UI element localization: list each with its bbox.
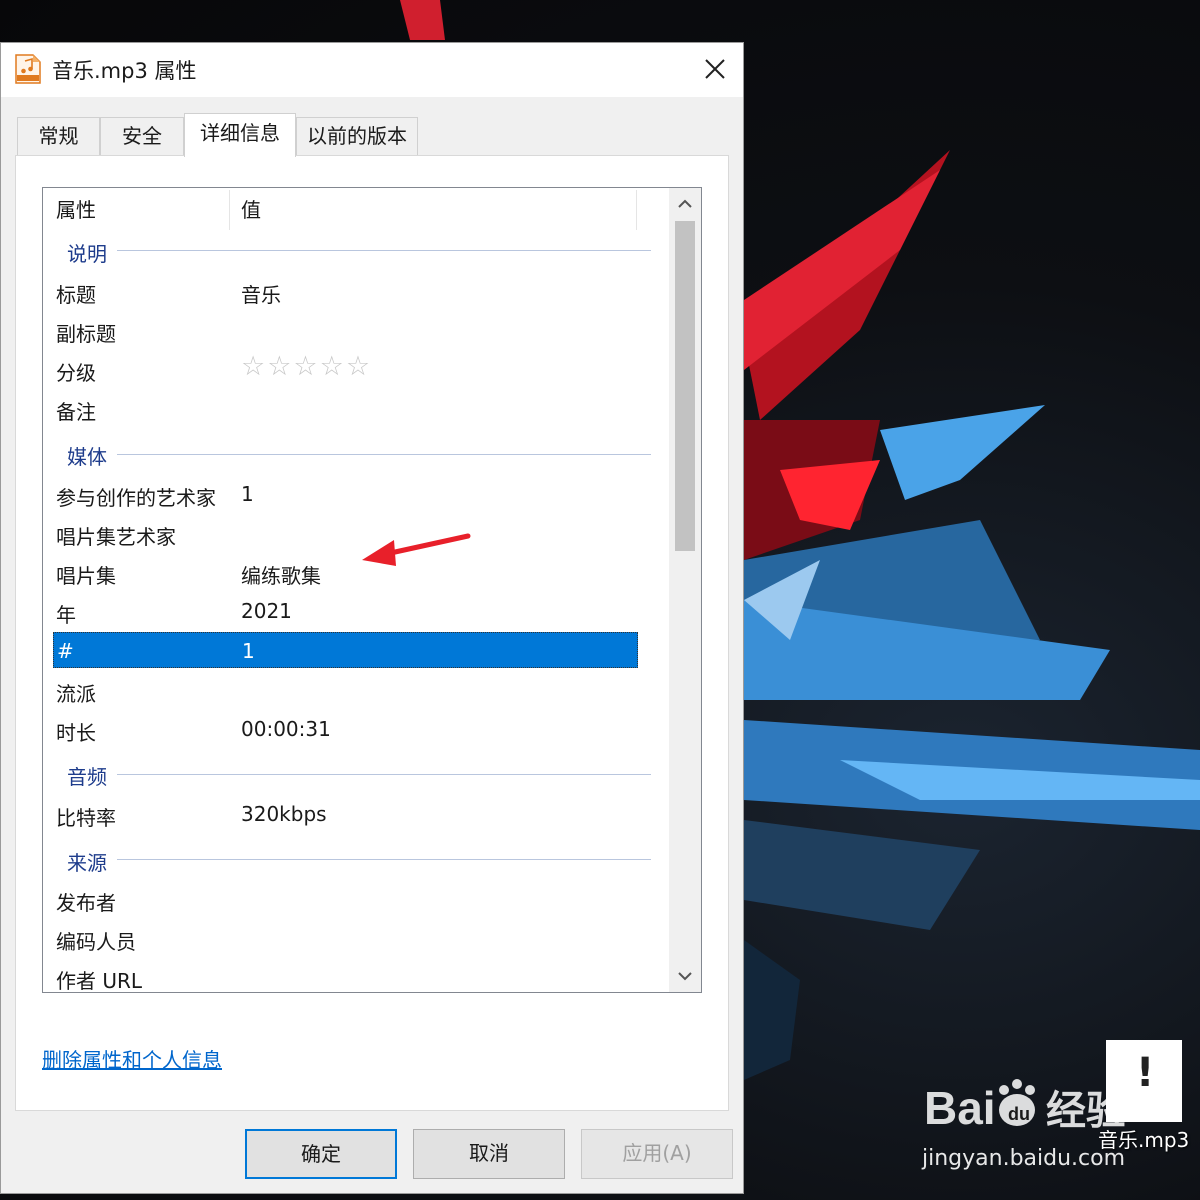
- scrollbar-thumb[interactable]: [675, 221, 695, 551]
- property-contributing-artists[interactable]: 参与创作的艺术家: [56, 482, 216, 511]
- group-divider: [117, 454, 651, 455]
- group-divider: [117, 250, 651, 251]
- apply-button[interactable]: 应用(A): [581, 1129, 733, 1179]
- value-title[interactable]: 音乐: [241, 279, 281, 308]
- column-divider[interactable]: [636, 190, 637, 230]
- group-origin: 来源: [67, 851, 107, 875]
- selected-row-track[interactable]: # 1: [53, 632, 638, 668]
- baidu-jingyan-logo: Bai du 经验: [924, 1079, 1126, 1134]
- group-media: 媒体: [67, 445, 107, 469]
- chevron-down-icon[interactable]: [669, 960, 701, 992]
- tab-security[interactable]: 安全: [100, 117, 184, 155]
- property-track: #: [57, 639, 74, 663]
- value-length[interactable]: 00:00:31: [241, 717, 331, 741]
- property-publisher[interactable]: 发布者: [56, 887, 116, 916]
- property-rating[interactable]: 分级: [56, 357, 96, 386]
- tab-general[interactable]: 常规: [17, 117, 100, 155]
- column-header-value[interactable]: 值: [241, 188, 261, 232]
- watermark-url: jingyan.baidu.com: [922, 1146, 1126, 1171]
- properties-list[interactable]: 属性 值 说明 标题 音乐 副标题 分级 ☆☆☆☆☆ 备注 媒体 参与创作的艺术…: [42, 187, 702, 993]
- property-encoded-by[interactable]: 编码人员: [56, 926, 136, 955]
- property-album[interactable]: 唱片集: [56, 560, 116, 589]
- property-year[interactable]: 年: [56, 599, 76, 628]
- group-divider: [117, 774, 651, 775]
- property-length[interactable]: 时长: [56, 717, 96, 746]
- property-title[interactable]: 标题: [56, 279, 96, 308]
- group-audio: 音频: [67, 765, 107, 789]
- vertical-scrollbar[interactable]: [669, 188, 701, 992]
- remove-properties-link[interactable]: 删除属性和个人信息: [42, 1044, 222, 1073]
- property-genre[interactable]: 流派: [56, 678, 96, 707]
- chevron-up-icon[interactable]: [669, 188, 701, 220]
- details-panel: 属性 值 说明 标题 音乐 副标题 分级 ☆☆☆☆☆ 备注 媒体 参与创作的艺术…: [15, 155, 729, 1111]
- audio-file-icon: [15, 54, 41, 84]
- ok-button[interactable]: 确定: [245, 1129, 397, 1179]
- value-bitrate[interactable]: 320kbps: [241, 802, 327, 826]
- value-year[interactable]: 2021: [241, 599, 292, 623]
- property-album-artist[interactable]: 唱片集艺术家: [56, 521, 176, 550]
- property-comments[interactable]: 备注: [56, 396, 96, 425]
- window-title: 音乐.mp3 属性: [52, 59, 197, 83]
- group-description: 说明: [67, 242, 107, 266]
- property-subtitle[interactable]: 副标题: [56, 318, 116, 347]
- group-divider: [117, 859, 651, 860]
- tab-previous-versions[interactable]: 以前的版本: [296, 117, 418, 155]
- annotation-arrow-icon: [362, 533, 471, 566]
- tab-details[interactable]: 详细信息: [184, 113, 296, 157]
- column-divider[interactable]: [229, 190, 230, 230]
- column-header-property[interactable]: 属性: [56, 188, 96, 232]
- property-author-url[interactable]: 作者 URL: [56, 965, 142, 992]
- svg-text:du: du: [1008, 1104, 1030, 1124]
- svg-text:Bai: Bai: [924, 1082, 996, 1134]
- title-bar[interactable]: 音乐.mp3 属性: [1, 43, 743, 97]
- close-icon[interactable]: [695, 49, 735, 89]
- svg-text:经验: 经验: [1046, 1088, 1126, 1134]
- rating-stars[interactable]: ☆☆☆☆☆: [241, 351, 372, 382]
- cancel-button[interactable]: 取消: [413, 1129, 565, 1179]
- properties-dialog: 音乐.mp3 属性 常规 安全 详细信息 以前的版本 属性 值 说明 标题 音乐…: [0, 42, 744, 1194]
- value-track: 1: [242, 639, 255, 663]
- value-contributing-artists[interactable]: 1: [241, 482, 254, 506]
- value-album[interactable]: 编练歌集: [241, 560, 321, 589]
- property-bitrate[interactable]: 比特率: [56, 802, 116, 831]
